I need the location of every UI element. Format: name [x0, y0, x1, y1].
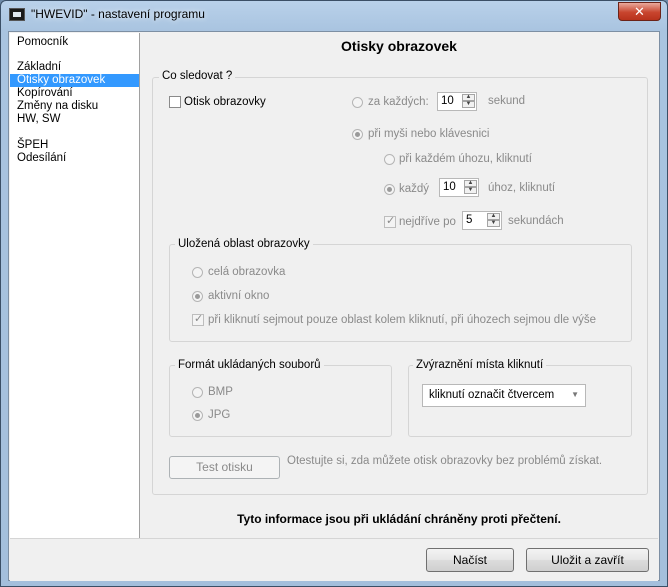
- load-button[interactable]: Načíst: [426, 548, 514, 572]
- full-screen-label: celá obrazovka: [208, 266, 286, 278]
- every-seconds-label: za každých:: [368, 96, 429, 108]
- each-click-radio[interactable]: [384, 154, 395, 165]
- spin-up-icon[interactable]: ▲: [462, 94, 475, 101]
- sidebar-item-zakladni[interactable]: Základní: [10, 61, 139, 74]
- sidebar-item-odesilani[interactable]: Odesílání: [10, 152, 139, 165]
- sidebar-item-pomocnik[interactable]: Pomocník: [10, 36, 139, 49]
- active-window-radio[interactable]: [192, 291, 203, 302]
- saved-area-legend: Uložená oblast obrazovky: [175, 238, 313, 250]
- page-title: Otisky obrazovek: [341, 38, 457, 54]
- spin-up-icon[interactable]: ▲: [464, 180, 477, 187]
- app-icon: [9, 8, 25, 21]
- click-area-label: při kliknutí sejmout pouze oblast kolem …: [208, 314, 596, 326]
- screenshot-checkbox-label: Otisk obrazovky: [184, 96, 266, 108]
- bmp-label: BMP: [208, 386, 233, 398]
- first-after-label: nejdříve po: [399, 216, 456, 228]
- click-highlight-value: kliknutí označit čtvercem: [429, 389, 555, 401]
- client-area: Pomocník Základní Otisky obrazovek Kopír…: [8, 31, 660, 581]
- sidebar-item-zmeny-na-disku[interactable]: Změny na disku: [10, 100, 139, 113]
- bmp-radio[interactable]: [192, 387, 203, 398]
- file-format-legend: Formát ukládaných souborů: [175, 359, 324, 371]
- settings-window: "HWEVID" - nastavení programu ✕ Pomocník…: [0, 0, 668, 587]
- jpg-radio[interactable]: [192, 410, 203, 421]
- what-to-track-legend: Co sledovat ?: [159, 70, 236, 82]
- title-bar[interactable]: "HWEVID" - nastavení programu ✕: [1, 1, 667, 29]
- each-n-unit: úhoz, kliknutí: [488, 182, 556, 194]
- mouse-keyboard-label: při myši nebo klávesnici: [368, 128, 490, 140]
- sidebar-item-otisky-obrazovek[interactable]: Otisky obrazovek: [10, 74, 139, 87]
- full-screen-radio[interactable]: [192, 267, 203, 278]
- every-seconds-radio[interactable]: [352, 97, 363, 108]
- each-n-radio[interactable]: [384, 184, 395, 195]
- each-click-label: při každém úhozu, kliknutí: [399, 153, 532, 165]
- spin-up-icon[interactable]: ▲: [487, 213, 500, 220]
- test-hint: Otestujte si, zda můžete otisk obrazovky…: [287, 455, 603, 467]
- sidebar-item-hw-sw[interactable]: HW, SW: [10, 113, 139, 126]
- file-format-group: [169, 365, 392, 437]
- sidebar: Pomocník Základní Otisky obrazovek Kopír…: [10, 33, 140, 538]
- bottom-bar: Načíst Uložit a zavřít: [10, 538, 658, 581]
- each-n-label: každý: [399, 183, 430, 195]
- screenshot-checkbox[interactable]: [169, 96, 181, 108]
- sidebar-item-speh[interactable]: ŠPEH: [10, 139, 139, 152]
- first-after-spinner[interactable]: 5 ▲ ▼: [462, 211, 502, 230]
- test-button[interactable]: Test otisku: [169, 456, 280, 479]
- each-n-value[interactable]: 10: [443, 181, 456, 193]
- click-highlight-legend: Zvýraznění místa kliknutí: [413, 359, 547, 371]
- sidebar-item-kopirovani[interactable]: Kopírování: [10, 87, 139, 100]
- click-highlight-select[interactable]: kliknutí označit čtvercem ▼: [422, 384, 586, 407]
- spin-down-icon[interactable]: ▼: [462, 101, 475, 108]
- save-close-button[interactable]: Uložit a zavřít: [526, 548, 649, 572]
- jpg-label: JPG: [208, 409, 231, 421]
- mouse-keyboard-radio[interactable]: [352, 129, 363, 140]
- first-after-checkbox[interactable]: [384, 214, 396, 228]
- first-after-value[interactable]: 5: [466, 214, 472, 226]
- every-seconds-unit: sekund: [488, 95, 526, 107]
- spin-down-icon[interactable]: ▼: [487, 220, 500, 227]
- every-seconds-spinner[interactable]: 10 ▲ ▼: [437, 92, 477, 111]
- first-after-unit: sekundách: [508, 215, 564, 227]
- spin-down-icon[interactable]: ▼: [464, 187, 477, 194]
- click-area-checkbox[interactable]: [192, 312, 204, 326]
- each-n-spinner[interactable]: 10 ▲ ▼: [439, 178, 479, 197]
- every-seconds-value[interactable]: 10: [441, 95, 454, 107]
- info-text: Tyto informace jsou při ukládání chráněn…: [237, 512, 561, 526]
- chevron-down-icon[interactable]: ▼: [571, 390, 579, 399]
- close-button[interactable]: ✕: [618, 2, 661, 21]
- active-window-label: aktivní okno: [208, 290, 270, 302]
- window-title: "HWEVID" - nastavení programu: [31, 7, 205, 21]
